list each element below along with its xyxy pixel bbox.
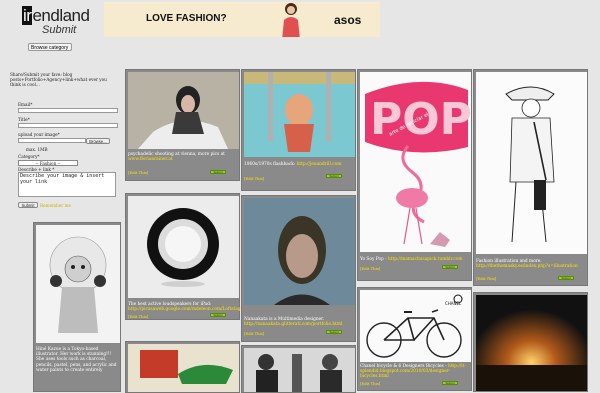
edit-link[interactable]: [Edit This] — [128, 314, 148, 319]
form-intro-text: Share/Submit your fave: blog posts+Portf… — [10, 72, 107, 88]
post-card[interactable] — [125, 341, 240, 393]
post-image[interactable] — [128, 344, 239, 392]
upload-label: upload your image* — [18, 132, 60, 137]
chanel-logo-text: CHANEL — [445, 301, 462, 306]
ad-banner[interactable]: LOVE FASHION? asos — [104, 2, 380, 37]
post-image[interactable] — [36, 225, 120, 343]
browse-file-button[interactable]: Browse... — [86, 138, 110, 144]
site-logo[interactable]: irendland Submit — [22, 6, 102, 42]
post-image[interactable]: CHANEL — [360, 290, 471, 362]
ad-banner-text: LOVE FASHION? — [146, 13, 227, 24]
post-card[interactable]: Fashion illustration and more. http://th… — [473, 69, 588, 286]
post-link[interactable]: www.florianrainer.at — [128, 157, 173, 162]
post-caption: Yo Soy Pop - — [360, 257, 388, 262]
edit-link[interactable]: [Edit This] — [128, 170, 148, 175]
post-caption: Hiné Kazue is a Tokyo-based illustrator.… — [36, 347, 117, 373]
post-submit-button[interactable]: Submit — [210, 170, 226, 174]
post-caption: 1960s/1970s flashback: — [244, 162, 297, 167]
edit-link[interactable]: [Edit This] — [476, 276, 496, 281]
title-label: Title* — [18, 117, 30, 122]
post-link[interactable]: http://mamachusapick.tumblr.com — [388, 257, 463, 262]
post-card[interactable]: CHANEL Chanel bicycle & 6 Designers Bicy… — [357, 287, 472, 391]
post-submit-button[interactable]: Submit — [210, 313, 226, 317]
post-card[interactable]: POP arte de reciclar el Yo Soy Pop - htt… — [357, 69, 472, 281]
post-card[interactable] — [241, 345, 356, 393]
post-link[interactable]: http://picasaweb.google.com/mdeleon.com/… — [128, 307, 251, 312]
browse-category-select[interactable]: Browse category — [28, 43, 72, 51]
email-label: Email* — [18, 102, 33, 107]
submit-form: Share/Submit your fave: blog posts+Portf… — [8, 70, 118, 210]
edit-link[interactable]: [Edit This] — [244, 331, 264, 336]
title-field[interactable] — [18, 123, 118, 128]
post-link[interactable]: http://jeuandrill.com — [297, 162, 342, 167]
post-image[interactable] — [244, 348, 355, 392]
post-card[interactable]: psychadelic shooting at vienna, more pic… — [125, 69, 240, 181]
logo-submit-text: Submit — [42, 24, 77, 36]
ad-model-image — [282, 3, 300, 37]
post-submit-button[interactable]: Submit — [326, 330, 342, 334]
post-image[interactable] — [128, 72, 239, 149]
post-image[interactable] — [128, 196, 239, 298]
post-card[interactable] — [473, 292, 588, 392]
max-size-text: max. 1MB — [26, 147, 48, 152]
upload-field[interactable] — [18, 138, 86, 143]
email-field[interactable] — [18, 108, 118, 113]
category-select[interactable]: -- Fashion -- — [18, 160, 78, 166]
post-card[interactable]: Nanaakata is a Multimedia designer. http… — [241, 195, 356, 342]
post-image[interactable] — [476, 72, 587, 254]
describe-textarea[interactable]: Describe your image & insert your link — [18, 172, 116, 197]
remember-me-link[interactable]: Remember me — [40, 203, 71, 208]
post-link[interactable]: http://thethomasky.es/index.php?s=illust… — [476, 264, 578, 269]
post-card[interactable]: 1960s/1970s flashback: http://jeuandrill… — [241, 69, 356, 191]
post-image[interactable] — [476, 295, 587, 391]
post-card[interactable]: Hiné Kazue is a Tokyo-based illustrator.… — [33, 222, 121, 392]
post-submit-button[interactable]: Submit — [442, 265, 458, 269]
post-submit-button[interactable]: Submit — [326, 174, 342, 178]
logo-wordmark: irendland — [22, 6, 90, 25]
submit-button[interactable]: Submit — [18, 202, 38, 208]
edit-link[interactable]: [Edit This] — [360, 381, 380, 386]
post-submit-button[interactable]: Submit — [442, 381, 458, 385]
post-submit-button[interactable]: Submit — [558, 276, 574, 280]
post-image[interactable] — [244, 198, 355, 305]
category-label: Category* — [18, 154, 40, 159]
post-image[interactable] — [244, 72, 355, 157]
ad-brand-logo: asos — [334, 13, 362, 27]
post-link[interactable]: http://nanaakata.glitterati.com/portfoli… — [244, 322, 342, 327]
edit-link[interactable]: [Edit This] — [244, 176, 264, 181]
post-image[interactable]: POP arte de reciclar el — [360, 72, 471, 252]
edit-link[interactable]: [Edit This] — [360, 266, 380, 271]
post-card[interactable]: The best active loudspeakers for iPad: h… — [125, 193, 251, 320]
